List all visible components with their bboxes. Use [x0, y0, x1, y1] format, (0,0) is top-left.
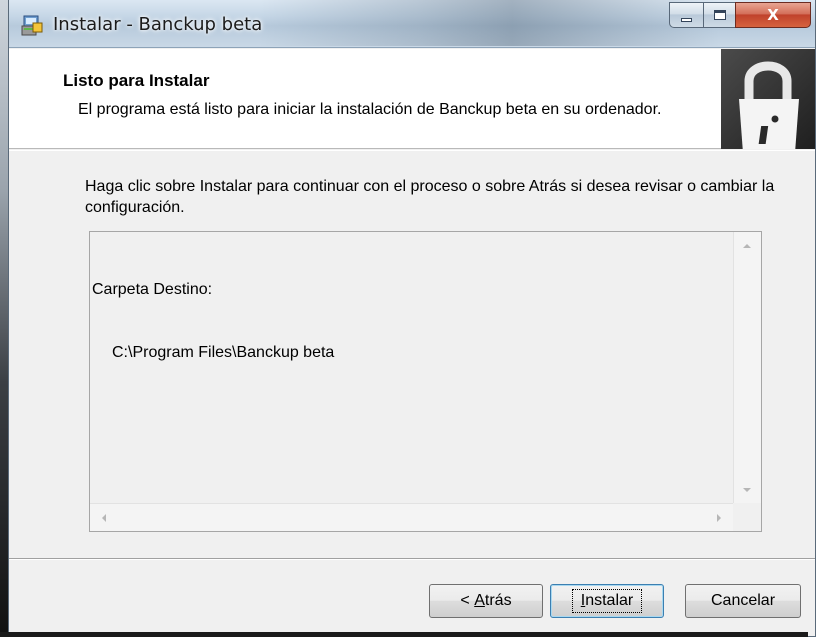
minimize-button[interactable] — [669, 2, 703, 28]
page-title: Listo para Instalar — [63, 71, 210, 90]
vertical-scrollbar[interactable] — [733, 232, 761, 504]
installer-icon — [21, 15, 43, 36]
caption-buttons: X — [669, 2, 811, 28]
memo-label: Carpeta Destino: — [92, 281, 213, 298]
close-icon: X — [767, 6, 779, 24]
wizard-header-image — [721, 49, 815, 153]
ready-memo[interactable]: Carpeta Destino: C:\Program Files\Bancku… — [89, 231, 762, 532]
wizard-header: Listo para Instalar El programa está lis… — [9, 49, 815, 153]
minimize-icon — [681, 18, 692, 22]
memo-destination-path: C:\Program Files\Banckup beta — [112, 344, 335, 361]
padlock-info-icon — [739, 61, 799, 153]
memo-content: Carpeta Destino: C:\Program Files\Bancku… — [92, 237, 334, 405]
instructions-text: Haga clic sobre Instalar para continuar … — [85, 178, 775, 216]
footer-separator — [9, 558, 815, 560]
scroll-right-icon[interactable] — [717, 514, 721, 522]
scroll-left-icon[interactable] — [102, 514, 106, 522]
install-focus-rect: Instalar — [571, 589, 643, 613]
title-bar[interactable]: Instalar - Banckup beta X — [9, 0, 815, 48]
scrollbar-corner — [733, 503, 761, 531]
back-label-prefix: < — [460, 592, 475, 609]
back-label-rest: trás — [484, 592, 512, 609]
title-bar-sheen — [259, 0, 719, 46]
scroll-down-icon[interactable] — [743, 488, 751, 492]
header-separator — [9, 150, 815, 151]
window-title: Instalar - Banckup beta — [53, 14, 263, 35]
cancel-label: Cancelar — [710, 592, 776, 609]
installer-window: Instalar - Banckup beta X Listo para Ins… — [8, 0, 816, 637]
install-label-rest: nstalar — [585, 592, 634, 609]
close-button[interactable]: X — [735, 2, 811, 28]
maximize-button[interactable] — [703, 2, 735, 28]
maximize-icon — [713, 10, 726, 20]
back-label-mnemonic: A — [474, 592, 485, 609]
cancel-button[interactable]: Cancelar — [685, 584, 801, 618]
back-button[interactable]: < Atrás — [429, 584, 543, 618]
horizontal-scrollbar[interactable] — [90, 503, 733, 531]
scroll-up-icon[interactable] — [743, 244, 751, 248]
bottom-edge — [0, 632, 808, 637]
install-button[interactable]: Instalar — [550, 584, 664, 618]
page-subtitle: El programa está listo para iniciar la i… — [78, 101, 662, 118]
